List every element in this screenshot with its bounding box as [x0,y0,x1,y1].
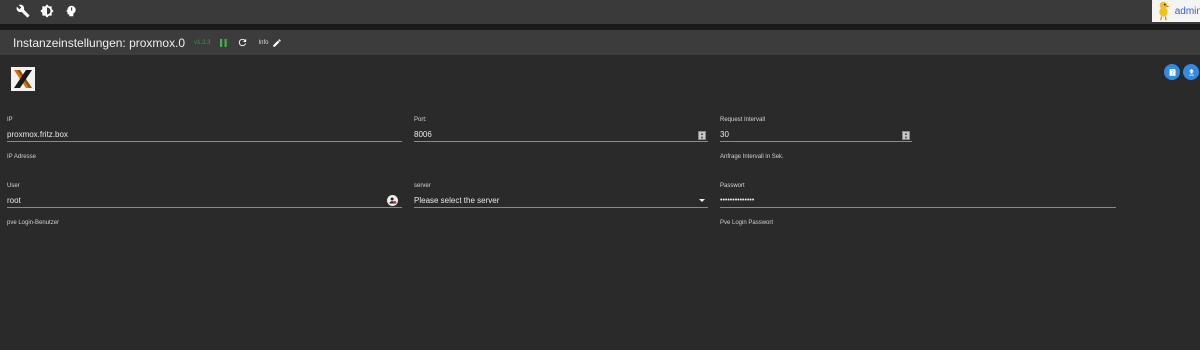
upload-icon [1188,68,1194,75]
ip-label: IP [7,117,13,123]
interval-helper: Anfrage Intervall in Sek. [720,154,784,160]
server-label: server [414,183,431,189]
server-select[interactable]: Please select the server [414,194,708,208]
ip-helper: IP Adresse [7,154,36,160]
port-label: Port: [414,117,427,123]
top-toolbar: admin [0,0,1200,24]
ip-value: proxmox.fritz.box [7,130,68,139]
interval-stepper[interactable]: ▲ ▼ [902,131,910,140]
help-button[interactable]: ? [1164,64,1180,80]
brightness-icon[interactable] [38,2,56,20]
page-title: Instanzeinstellungen: proxmox.0 [13,35,186,50]
interval-input[interactable]: 30 ▲ ▼ [720,128,912,142]
user-account[interactable]: admin [1152,0,1200,22]
account-icon[interactable] [387,195,398,206]
port-input[interactable]: 8006 ▲ ▼ [414,128,708,142]
info-label: Info [258,39,269,46]
upload-button[interactable] [1183,64,1199,80]
head-profile-icon[interactable] [62,2,80,20]
help-icon: ? [1169,68,1175,76]
port-stepper[interactable]: ▲ ▼ [698,131,706,140]
version-label: v1.3.3 [194,39,211,46]
svg-text:?: ? [1171,70,1174,76]
server-value: Please select the server [414,196,500,205]
password-label: Passwort [720,183,745,189]
wrench-icon[interactable] [14,2,32,20]
user-name: admin [1174,5,1200,17]
chevron-down-icon [699,199,705,202]
user-helper: pve Login-Benutzer [7,220,60,226]
password-helper: Pve Login Passwort [720,220,774,226]
reload-icon[interactable] [237,37,248,48]
pause-icon[interactable] [219,38,228,48]
password-value: •••••••••••••• [720,197,755,204]
settings-panel: ? IP proxmox.fritz.box IP Adresse Port: … [0,55,1200,350]
interval-label: Request Intervall [720,117,766,123]
user-value: root [7,196,21,205]
user-label: User [7,183,20,189]
password-input[interactable]: •••••••••••••• [720,194,1116,208]
bird-avatar-icon [1159,1,1170,21]
edit-pencil-icon[interactable] [272,38,282,48]
proxmox-logo [11,67,35,91]
port-value: 8006 [414,130,432,139]
ip-input[interactable]: proxmox.fritz.box [7,128,402,142]
instance-titlebar: Instanzeinstellungen: proxmox.0 v1.3.3 I… [0,30,1200,55]
interval-value: 30 [720,130,729,139]
user-input[interactable]: root [7,194,402,208]
